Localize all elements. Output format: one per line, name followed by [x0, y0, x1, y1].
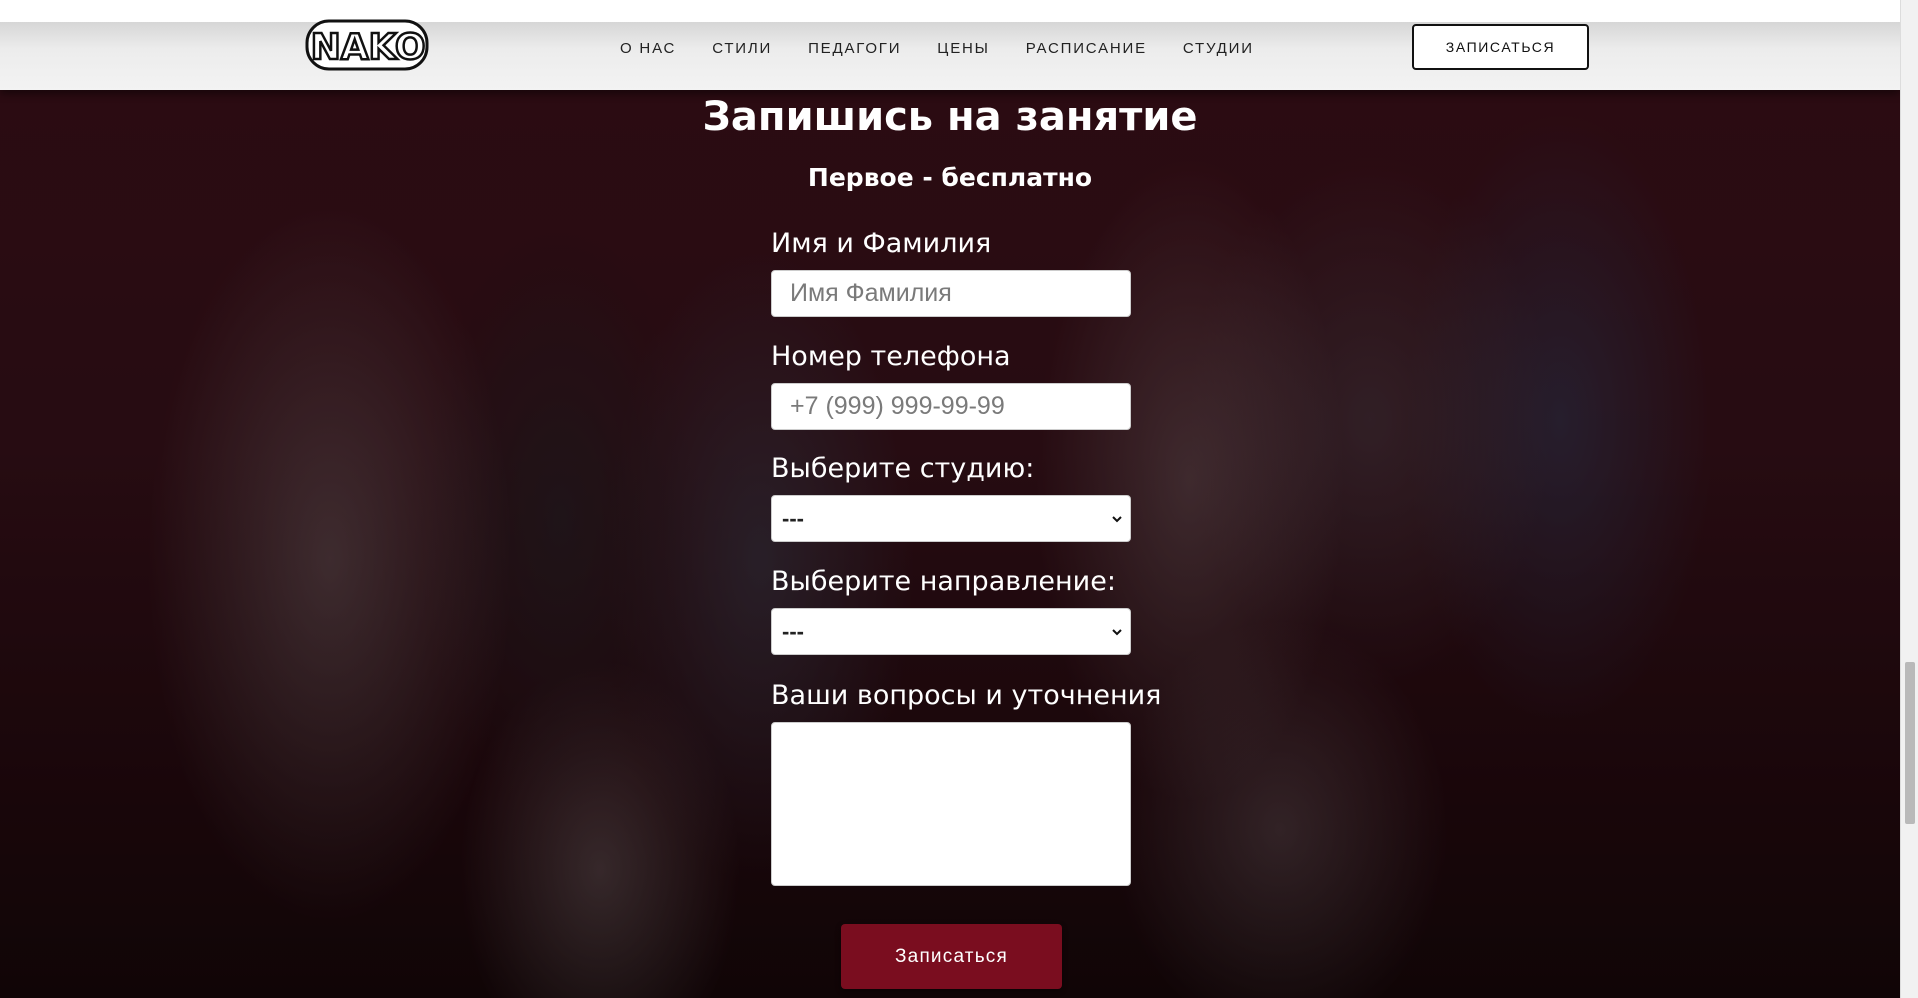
direction-select[interactable]: ---	[771, 608, 1131, 655]
studio-label: Выберите студию:	[771, 453, 1035, 484]
name-input[interactable]	[771, 270, 1131, 317]
submit-button[interactable]: Записаться	[841, 924, 1062, 989]
scrollbar-thumb[interactable]	[1905, 662, 1915, 824]
nav-item-about[interactable]: О НАС	[620, 40, 676, 57]
nav-item-teachers[interactable]: ПЕДАГОГИ	[808, 40, 901, 57]
name-label: Имя и Фамилия	[771, 228, 992, 259]
section-title: Запишись на занятие	[702, 94, 1198, 140]
main-nav: О НАС СТИЛИ ПЕДАГОГИ ЦЕНЫ РАСПИСАНИЕ СТУ…	[620, 40, 1254, 57]
section-subtitle: Первое - бесплатно	[807, 163, 1093, 192]
chevron-down-icon	[1112, 629, 1122, 636]
questions-label: Ваши вопросы и уточнения	[771, 680, 1162, 711]
nav-item-prices[interactable]: ЦЕНЫ	[937, 40, 989, 57]
top-strip	[0, 0, 1900, 22]
nav-item-styles[interactable]: СТИЛИ	[712, 40, 772, 57]
chevron-down-icon	[1112, 516, 1122, 523]
direction-label: Выберите направление:	[771, 566, 1116, 597]
logo-text: NAKO	[311, 27, 426, 68]
brand-logo[interactable]: NAKO	[305, 15, 431, 75]
page-scrollbar[interactable]	[1900, 0, 1918, 998]
phone-input[interactable]	[771, 383, 1131, 430]
nav-item-studios[interactable]: СТУДИИ	[1183, 40, 1254, 57]
signup-section: Запишись на занятие Первое - бесплатно И…	[0, 0, 1900, 998]
phone-label: Номер телефона	[771, 341, 1011, 372]
nav-item-schedule[interactable]: РАСПИСАНИЕ	[1026, 40, 1147, 57]
questions-textarea[interactable]	[771, 722, 1131, 886]
header-signup-button[interactable]: ЗАПИСАТЬСЯ	[1412, 24, 1589, 70]
studio-select[interactable]: ---	[771, 495, 1131, 542]
